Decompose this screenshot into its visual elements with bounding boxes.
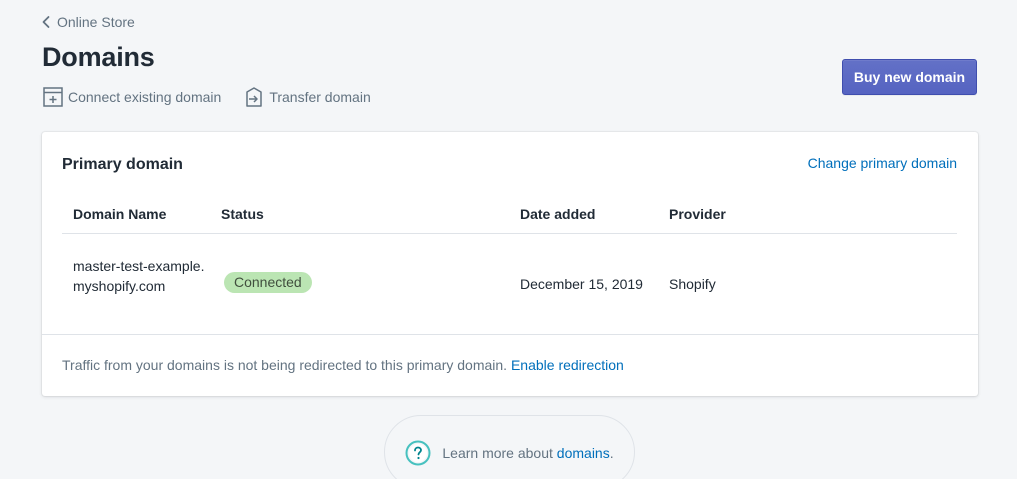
column-header-date-added: Date added [520,206,596,222]
change-primary-domain-link[interactable]: Change primary domain [808,155,957,171]
domains-page: Online Store Domains Connect existing do… [0,0,1017,479]
connect-existing-domain-label: Connect existing domain [68,89,222,105]
provider-cell: Shopify [669,276,716,292]
help-text: Learn more about domains. [442,445,613,461]
footer-help: Learn more about domains. [384,415,635,479]
date-added-cell: December 15, 2019 [520,276,643,292]
help-text-prefix: Learn more about [442,445,553,461]
breadcrumb-label: Online Store [57,14,135,30]
redirect-notice-text: Traffic from your domains is not being r… [62,357,508,373]
transfer-domain-label: Transfer domain [269,89,371,105]
breadcrumb-online-store[interactable]: Online Store [41,14,135,30]
transfer-domain-icon [246,87,263,107]
buy-new-domain-button[interactable]: Buy new domain [842,59,977,95]
redirect-notice: Traffic from your domains is not being r… [62,357,624,373]
column-header-domain-name: Domain Name [73,206,167,222]
column-header-provider: Provider [669,206,726,222]
help-text-suffix: . [609,445,614,461]
column-header-status: Status [221,206,264,222]
card-footer: Traffic from your domains is not being r… [42,334,978,396]
connect-existing-domain-button[interactable]: Connect existing domain [42,86,221,108]
domains-help-link[interactable]: domains [557,445,610,461]
table-row: master-test-example.myshopify.com Connec… [62,234,957,334]
status-badge: Connected [224,272,312,293]
enable-redirection-link[interactable]: Enable redirection [511,357,624,373]
connect-domain-icon [43,87,63,107]
question-circle-icon [405,440,431,466]
table-header: Domain Name Status Date added Provider [62,200,957,234]
domain-name-cell: master-test-example.myshopify.com [73,258,205,294]
page-title: Domains [42,42,155,72]
card-title: Primary domain [62,156,183,173]
primary-domain-card: Primary domain Change primary domain Dom… [42,132,978,396]
transfer-domain-button[interactable]: Transfer domain [243,86,371,108]
chevron-left-icon [42,16,50,28]
secondary-actions: Connect existing domain Transfer domain [42,86,371,108]
